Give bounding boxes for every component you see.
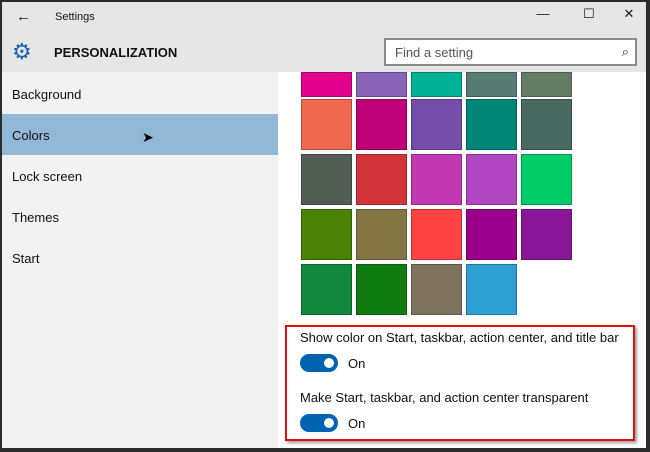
color-swatch[interactable]: [466, 264, 517, 315]
color-swatch[interactable]: [356, 99, 407, 150]
transparent-label: Make Start, taskbar, and action center t…: [300, 390, 589, 405]
sidebar-item-themes[interactable]: Themes: [2, 196, 278, 237]
sidebar-item-start[interactable]: Start: [2, 237, 278, 278]
color-swatch[interactable]: [301, 99, 352, 150]
color-swatch[interactable]: [411, 154, 462, 205]
color-swatch[interactable]: [411, 99, 462, 150]
show-color-label: Show color on Start, taskbar, action cen…: [300, 330, 619, 345]
color-swatch[interactable]: [411, 264, 462, 315]
sidebar: Background Colors Lock screen Themes Sta…: [2, 72, 278, 448]
color-swatch[interactable]: [301, 72, 352, 97]
transparent-state: On: [348, 416, 366, 431]
search-placeholder: Find a setting: [395, 45, 474, 60]
page-title: PERSONALIZATION: [54, 45, 178, 60]
color-swatch[interactable]: [521, 154, 572, 205]
color-swatch[interactable]: [411, 209, 462, 260]
color-swatch[interactable]: [466, 154, 517, 205]
title-bar: ← Settings — ☐ ✕: [2, 2, 646, 34]
settings-window: ← Settings — ☐ ✕ ⚙ PERSONALIZATION Find …: [0, 0, 650, 452]
color-swatch[interactable]: [466, 99, 517, 150]
color-swatch[interactable]: [411, 72, 462, 97]
search-icon[interactable]: ⌕: [622, 44, 629, 60]
color-swatch[interactable]: [356, 72, 407, 97]
color-swatch[interactable]: [466, 209, 517, 260]
minimize-button[interactable]: —: [528, 6, 558, 21]
maximize-button[interactable]: ☐: [574, 6, 604, 22]
color-swatch[interactable]: [356, 264, 407, 315]
transparent-toggle[interactable]: [300, 414, 338, 432]
color-swatch[interactable]: [466, 72, 517, 97]
gear-icon: ⚙: [12, 39, 32, 64]
show-color-toggle[interactable]: [300, 354, 338, 372]
mouse-cursor-icon: ➤: [142, 129, 154, 145]
color-swatch[interactable]: [521, 209, 572, 260]
sidebar-item-colors[interactable]: Colors: [2, 114, 278, 155]
sidebar-item-lock-screen[interactable]: Lock screen: [2, 155, 278, 196]
color-swatch[interactable]: [521, 99, 572, 150]
color-swatch[interactable]: [301, 264, 352, 315]
color-swatch[interactable]: [521, 72, 572, 97]
sidebar-item-background[interactable]: Background: [2, 73, 278, 114]
color-swatch[interactable]: [301, 154, 352, 205]
page-header: ⚙ PERSONALIZATION Find a setting ⌕: [2, 34, 646, 72]
show-color-state: On: [348, 356, 366, 371]
close-button[interactable]: ✕: [614, 6, 644, 22]
search-input[interactable]: Find a setting ⌕: [384, 38, 637, 66]
color-swatch[interactable]: [301, 209, 352, 260]
color-swatch[interactable]: [356, 209, 407, 260]
color-swatch[interactable]: [356, 154, 407, 205]
back-button[interactable]: ←: [16, 8, 31, 25]
window-title: Settings: [55, 11, 95, 23]
